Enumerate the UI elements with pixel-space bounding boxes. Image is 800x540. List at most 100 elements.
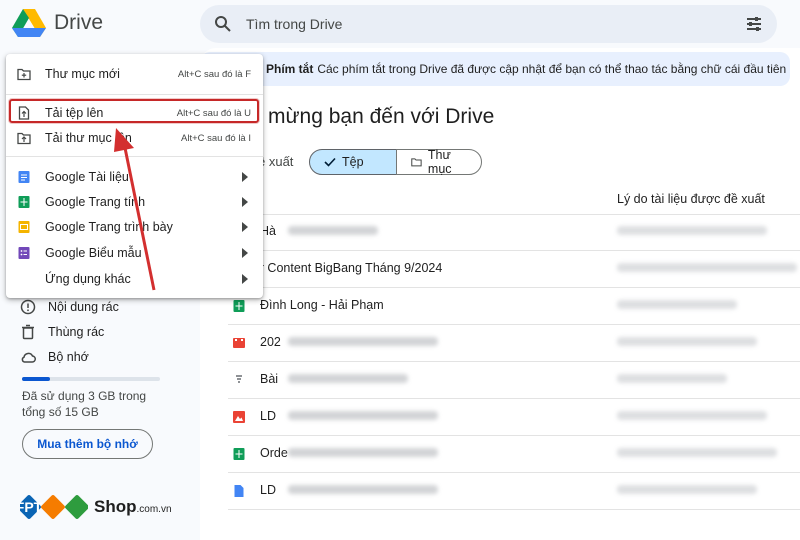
redacted-reason bbox=[617, 448, 777, 457]
google-sheets-icon bbox=[18, 196, 30, 208]
buy-storage-button[interactable]: Mua thêm bộ nhớ bbox=[22, 429, 153, 459]
chip-label: Thư mục bbox=[427, 148, 452, 176]
sidebar-item-label: Nội dung rác bbox=[48, 300, 119, 314]
fpt-shop-name: Shop.com.vn bbox=[94, 497, 172, 517]
search-input[interactable]: Tìm trong Drive bbox=[246, 16, 745, 32]
cloud-icon bbox=[21, 352, 36, 363]
drive-logo[interactable]: Drive bbox=[12, 8, 103, 38]
menu-item-google-forms[interactable]: Google Biểu mẫu bbox=[6, 240, 263, 266]
redacted-text bbox=[288, 374, 408, 383]
menu-item-shortcut: Alt+C sau đó là I bbox=[181, 132, 251, 144]
archive-icon bbox=[236, 375, 242, 383]
table-row[interactable]: Orde bbox=[228, 436, 800, 473]
banner-text: Các phím tắt trong Drive đã được cập nhậ… bbox=[317, 62, 787, 76]
file-name[interactable]: Bài bbox=[260, 372, 278, 386]
file-name[interactable]: Order Content BigBang Tháng 9/2024 bbox=[232, 261, 442, 275]
shop-text: Shop bbox=[94, 497, 137, 516]
menu-item-google-docs[interactable]: Google Tài liệu bbox=[6, 164, 263, 190]
check-icon bbox=[324, 157, 336, 167]
table-row[interactable]: Đình Long - Hải Phạm bbox=[228, 288, 800, 325]
chevron-right-icon bbox=[242, 222, 248, 232]
chevron-right-icon bbox=[242, 172, 248, 182]
google-docs-icon bbox=[18, 171, 30, 183]
chip-folders[interactable]: Thư mục bbox=[396, 148, 482, 176]
sidebar-item-storage[interactable]: Bộ nhớ bbox=[20, 349, 89, 365]
redacted-reason bbox=[617, 300, 737, 309]
sheet-icon bbox=[233, 448, 245, 460]
redacted-reason bbox=[617, 411, 767, 420]
file-name[interactable]: LD bbox=[260, 483, 276, 497]
menu-item-label: Google Tài liệu bbox=[45, 170, 129, 184]
storage-bar bbox=[22, 377, 160, 381]
google-forms-icon bbox=[18, 247, 30, 259]
spam-icon bbox=[20, 299, 36, 315]
redacted-reason bbox=[617, 485, 757, 494]
menu-item-shortcut: Alt+C sau đó là F bbox=[177, 68, 251, 80]
doc-icon bbox=[234, 485, 244, 497]
menu-divider bbox=[6, 94, 263, 95]
chevron-right-icon bbox=[242, 248, 248, 258]
new-menu: Thư mục mới Alt+C sau đó là F Tải tệp lê… bbox=[6, 54, 263, 298]
menu-item-label: Ứng dụng khác bbox=[45, 272, 131, 286]
search-icon[interactable] bbox=[214, 15, 232, 33]
sidebar-item-spam[interactable]: Nội dung rác bbox=[20, 299, 119, 315]
fpt-shop-logo: FPT Shop.com.vn bbox=[20, 488, 172, 526]
folder-upload-icon bbox=[17, 132, 31, 145]
image-icon bbox=[233, 411, 245, 423]
sidebar-item-label: Thùng rác bbox=[48, 325, 105, 339]
google-drive-icon bbox=[12, 9, 46, 37]
fpt-logo-icon: FPT bbox=[20, 495, 88, 519]
menu-item-folder-upload[interactable]: Tải thư mục lên Alt+C sau đó là I bbox=[6, 125, 263, 151]
menu-divider bbox=[6, 156, 263, 157]
search-bar[interactable]: Tìm trong Drive bbox=[200, 5, 777, 43]
banner-title: Phím tắt bbox=[266, 62, 314, 76]
menu-item-google-sheets[interactable]: Google Trang tính bbox=[6, 189, 263, 215]
file-name[interactable]: Đình Long - Hải Phạm bbox=[260, 298, 384, 312]
trash-icon bbox=[22, 324, 34, 340]
column-header-reason: Lý do tài liệu được đề xuất bbox=[617, 192, 765, 206]
page-title: mừng bạn đến với Drive bbox=[268, 105, 495, 128]
redacted-text bbox=[288, 226, 378, 235]
table-row[interactable]: Order Content BigBang Tháng 9/2024 bbox=[228, 251, 800, 288]
menu-item-label: Google Trang trình bày bbox=[45, 220, 173, 234]
table-row[interactable]: LD bbox=[228, 399, 800, 436]
redacted-text bbox=[288, 337, 438, 346]
sidebar-item-trash[interactable]: Thùng rác bbox=[20, 324, 104, 340]
highlight-box bbox=[9, 99, 259, 123]
storage-bar-fill bbox=[22, 377, 50, 381]
sidebar-item-label: Bộ nhớ bbox=[48, 350, 89, 364]
search-options-icon[interactable] bbox=[745, 15, 763, 33]
redacted-text bbox=[288, 411, 438, 420]
table-row[interactable]: 202 bbox=[228, 325, 800, 362]
menu-item-google-slides[interactable]: Google Trang trình bày bbox=[6, 214, 263, 240]
redacted-reason bbox=[617, 337, 757, 346]
storage-usage-text: Đã sử dụng 3 GB trong tổng số 15 GB bbox=[22, 389, 147, 419]
suggested-label: ề xuất bbox=[258, 154, 294, 169]
menu-item-label: Thư mục mới bbox=[45, 67, 120, 81]
menu-item-label: Tải thư mục lên bbox=[45, 131, 132, 145]
chevron-right-icon bbox=[242, 274, 248, 284]
google-slides-icon bbox=[18, 221, 30, 233]
menu-item-more-apps[interactable]: Ứng dụng khác bbox=[6, 266, 263, 292]
folder-icon bbox=[411, 158, 422, 167]
redacted-text bbox=[288, 448, 438, 457]
redacted-reason bbox=[617, 226, 767, 235]
shop-domain: .com.vn bbox=[136, 504, 172, 515]
shortcuts-banner: Phím tắt Các phím tắt trong Drive đã được… bbox=[200, 52, 790, 86]
menu-item-label: Google Trang tính bbox=[45, 195, 146, 209]
menu-item-new-folder[interactable]: Thư mục mới Alt+C sau đó là F bbox=[6, 61, 263, 87]
table-row[interactable]: LD bbox=[228, 473, 800, 510]
table-row[interactable]: Bài bbox=[228, 362, 800, 399]
file-name[interactable]: 202 bbox=[260, 335, 281, 349]
app-title: Drive bbox=[54, 11, 104, 34]
redacted-text bbox=[288, 485, 438, 494]
menu-item-label: Google Biểu mẫu bbox=[45, 246, 142, 260]
chevron-right-icon bbox=[242, 197, 248, 207]
redacted-reason bbox=[617, 263, 797, 272]
file-name[interactable]: Orde bbox=[260, 446, 288, 460]
file-name[interactable]: LD bbox=[260, 409, 276, 423]
table-row[interactable]: Hà bbox=[228, 214, 800, 251]
chip-files[interactable]: Tệp bbox=[309, 149, 397, 175]
sheet-icon bbox=[233, 300, 245, 312]
redacted-reason bbox=[617, 374, 727, 383]
